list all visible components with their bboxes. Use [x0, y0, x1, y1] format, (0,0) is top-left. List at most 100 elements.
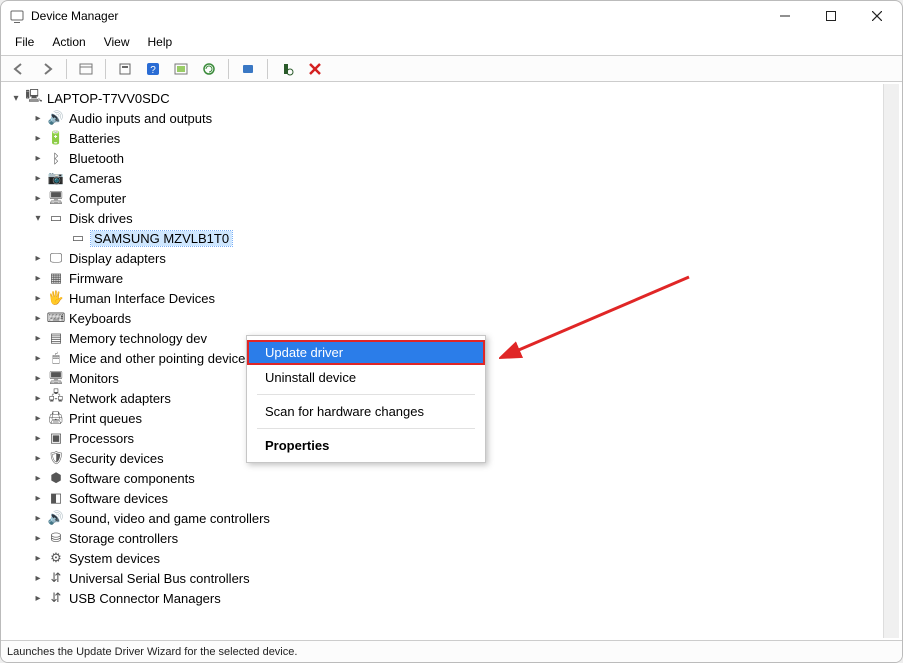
tree-node[interactable]: ▸📷Cameras — [31, 168, 881, 188]
context-menu-separator — [257, 428, 475, 429]
memory-icon: ▤ — [47, 330, 65, 346]
expand-toggle[interactable]: ▸ — [31, 251, 45, 265]
tree-node[interactable]: ▸⛁Storage controllers — [31, 528, 881, 548]
tree-node-label: Keyboards — [69, 311, 131, 326]
vertical-scrollbar[interactable] — [883, 84, 899, 638]
tree-node-label: Storage controllers — [69, 531, 178, 546]
body: ▾🖳LAPTOP-T7VV0SDC▸🔊Audio inputs and outp… — [1, 82, 902, 640]
monitor-icon: 🖥 — [47, 370, 65, 386]
titlebar: Device Manager — [1, 1, 902, 31]
tree-node[interactable]: ▸🔊Audio inputs and outputs — [31, 108, 881, 128]
expand-toggle[interactable]: ▸ — [31, 311, 45, 325]
update-driver-icon[interactable] — [169, 58, 193, 80]
tree-node[interactable]: ▸⚙System devices — [31, 548, 881, 568]
expand-toggle[interactable]: ▸ — [31, 591, 45, 605]
tree-node[interactable]: ▸◧Software devices — [31, 488, 881, 508]
tree-node-label: Batteries — [69, 131, 120, 146]
expand-toggle[interactable]: ▸ — [31, 151, 45, 165]
tree-node-label: Universal Serial Bus controllers — [69, 571, 250, 586]
keyboard-icon: ⌨ — [47, 310, 65, 326]
tree-node[interactable]: ▸🔋Batteries — [31, 128, 881, 148]
expand-toggle[interactable]: ▸ — [31, 171, 45, 185]
tree-node-label: Memory technology dev — [69, 331, 207, 346]
close-button[interactable] — [854, 1, 900, 31]
expand-toggle[interactable]: ▸ — [31, 391, 45, 405]
expand-toggle[interactable]: ▸ — [31, 111, 45, 125]
display-icon: 🖵 — [47, 250, 65, 266]
context-menu: Update driverUninstall device Scan for ha… — [246, 335, 486, 463]
hid-icon: 🖐 — [47, 290, 65, 306]
expand-toggle[interactable]: ▸ — [31, 191, 45, 205]
tree-node-label: Network adapters — [69, 391, 171, 406]
chip-icon: ▦ — [47, 270, 65, 286]
expand-toggle[interactable]: ▸ — [31, 491, 45, 505]
toolbar-separator — [228, 59, 229, 79]
expand-toggle[interactable]: ▸ — [31, 351, 45, 365]
expand-toggle[interactable]: ▾ — [9, 91, 23, 105]
window-title: Device Manager — [31, 9, 118, 23]
expand-toggle[interactable]: ▸ — [31, 411, 45, 425]
scan-hardware-icon[interactable] — [275, 58, 299, 80]
menu-view[interactable]: View — [96, 33, 138, 51]
tree-node-label: LAPTOP-T7VV0SDC — [47, 91, 170, 106]
expand-toggle[interactable]: ▸ — [31, 431, 45, 445]
expand-toggle[interactable]: ▸ — [31, 511, 45, 525]
mouse-icon: 🖱 — [47, 350, 65, 366]
system-icon: ⚙ — [47, 550, 65, 566]
speaker-icon: 🔊 — [47, 510, 65, 526]
expand-toggle[interactable]: ▸ — [31, 551, 45, 565]
tree-node-label: Sound, video and game controllers — [69, 511, 270, 526]
device-manager-window: Device Manager File Action View Help ? — [0, 0, 903, 663]
tree-node[interactable]: ▸⇵Universal Serial Bus controllers — [31, 568, 881, 588]
menubar: File Action View Help — [1, 31, 902, 55]
menu-help[interactable]: Help — [140, 33, 181, 51]
tree-node-label: Disk drives — [69, 211, 133, 226]
expand-toggle[interactable]: ▸ — [31, 291, 45, 305]
svg-text:?: ? — [150, 65, 156, 76]
expand-toggle[interactable]: ▸ — [31, 531, 45, 545]
expand-toggle[interactable]: ▸ — [31, 131, 45, 145]
show-hidden-icon[interactable] — [74, 58, 98, 80]
tree-node[interactable]: ▸ᛒBluetooth — [31, 148, 881, 168]
tree-node-label: Software components — [69, 471, 195, 486]
maximize-button[interactable] — [808, 1, 854, 31]
tree-node[interactable]: ▾▭ Disk drives — [31, 208, 881, 228]
context-menu-item[interactable]: Update driver — [247, 340, 485, 365]
context-menu-item[interactable]: Scan for hardware changes — [247, 399, 485, 424]
expand-toggle[interactable]: ▸ — [31, 331, 45, 345]
expand-spacer — [53, 231, 67, 245]
uninstall-icon[interactable] — [197, 58, 221, 80]
help-icon[interactable]: ? — [141, 58, 165, 80]
disk-icon: ▭ — [47, 210, 65, 226]
disable-icon[interactable] — [236, 58, 260, 80]
tree-node[interactable]: ▸⬢ Software components — [31, 468, 881, 488]
delete-x-icon[interactable] — [303, 58, 327, 80]
tree-node[interactable]: ▸🖐Human Interface Devices — [31, 288, 881, 308]
context-menu-item[interactable]: Uninstall device — [247, 365, 485, 390]
tree-node-label: Processors — [69, 431, 134, 446]
back-icon[interactable] — [7, 58, 31, 80]
tree-node[interactable]: ▸⌨ Keyboards — [31, 308, 881, 328]
forward-icon[interactable] — [35, 58, 59, 80]
tree-node[interactable]: ▭SAMSUNG MZVLB1T0 — [53, 228, 881, 248]
tree-node[interactable]: ▸▦Firmware — [31, 268, 881, 288]
menu-file[interactable]: File — [7, 33, 42, 51]
expand-toggle[interactable]: ▸ — [31, 471, 45, 485]
menu-action[interactable]: Action — [44, 33, 93, 51]
tree-node[interactable]: ▸🖵Display adapters — [31, 248, 881, 268]
disk-icon: ▭ — [69, 230, 87, 246]
tree-root[interactable]: ▾🖳LAPTOP-T7VV0SDC — [9, 88, 881, 108]
expand-toggle[interactable]: ▸ — [31, 371, 45, 385]
expand-toggle[interactable]: ▸ — [31, 451, 45, 465]
context-menu-item[interactable]: Properties — [247, 433, 485, 458]
minimize-button[interactable] — [762, 1, 808, 31]
component-icon: ⬢ — [47, 470, 65, 486]
expand-toggle[interactable]: ▸ — [31, 571, 45, 585]
expand-toggle[interactable]: ▾ — [31, 211, 45, 225]
expand-toggle[interactable]: ▸ — [31, 271, 45, 285]
tree-node[interactable]: ▸🖥Computer — [31, 188, 881, 208]
properties-icon[interactable] — [113, 58, 137, 80]
tree-node[interactable]: ▸⇵USB Connector Managers — [31, 588, 881, 608]
status-bar: Launches the Update Driver Wizard for th… — [1, 640, 902, 662]
tree-node[interactable]: ▸🔊 Sound, video and game controllers — [31, 508, 881, 528]
